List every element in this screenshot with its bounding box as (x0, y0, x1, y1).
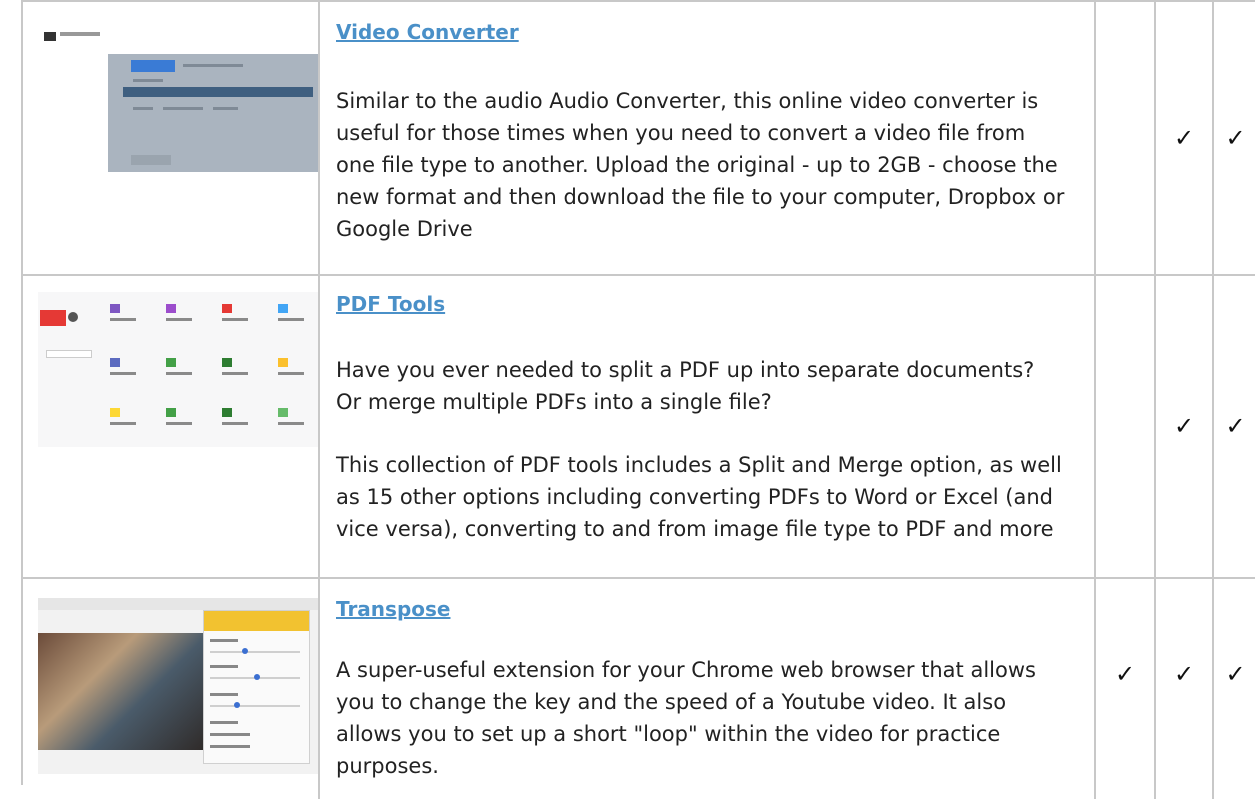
video-converter-screenshot (38, 27, 318, 172)
checkmark: ✓ (1225, 660, 1246, 688)
checkmark: ✓ (1225, 411, 1246, 440)
thumbnail-cell (23, 2, 320, 274)
check-cell-3: ✓ (1214, 2, 1255, 274)
pdf-tools-screenshot (38, 292, 318, 447)
check-cell-2: ✓ (1156, 2, 1214, 274)
checkmark: ✓ (1173, 124, 1195, 152)
pdf-tools-description-2: This collection of PDF tools includes a … (336, 453, 1062, 541)
pdf-tools-description-1: Have you ever needed to split a PDF up i… (336, 358, 1035, 414)
check-cell-3: ✓ (1214, 579, 1255, 799)
tools-table: Video Converter Similar to the audio Aud… (21, 0, 1255, 799)
description-cell: PDF Tools Have you ever needed to split … (320, 274, 1096, 577)
description-cell: Transpose A super-useful extension for y… (320, 579, 1096, 799)
check-cell-1: ✓ (1096, 579, 1156, 799)
video-converter-link[interactable]: Video Converter (336, 20, 519, 44)
thumbnail-cell (23, 579, 320, 799)
video-converter-description: Similar to the audio Audio Converter, th… (336, 89, 1065, 241)
check-cell-3: ✓ (1214, 274, 1255, 577)
table-row-pdf-tools: PDF Tools Have you ever needed to split … (23, 274, 1255, 579)
thumbnail-cell (23, 274, 320, 577)
check-cell-2: ✓ (1156, 274, 1214, 577)
transpose-description: A super-useful extension for your Chrome… (336, 658, 1036, 778)
table-row-video-converter: Video Converter Similar to the audio Aud… (23, 0, 1255, 276)
check-cell-2: ✓ (1156, 579, 1214, 799)
table-row-transpose: Transpose A super-useful extension for y… (23, 579, 1255, 799)
checkmark: ✓ (1173, 411, 1195, 440)
check-cell-1 (1096, 2, 1156, 274)
checkmark: ✓ (1173, 660, 1195, 688)
checkmark: ✓ (1225, 124, 1246, 152)
check-cell-1 (1096, 274, 1156, 577)
transpose-screenshot (38, 598, 318, 774)
checkmark: ✓ (1114, 660, 1136, 688)
pdf-tools-link[interactable]: PDF Tools (336, 292, 445, 316)
transpose-link[interactable]: Transpose (336, 597, 450, 621)
description-cell: Video Converter Similar to the audio Aud… (320, 2, 1096, 274)
